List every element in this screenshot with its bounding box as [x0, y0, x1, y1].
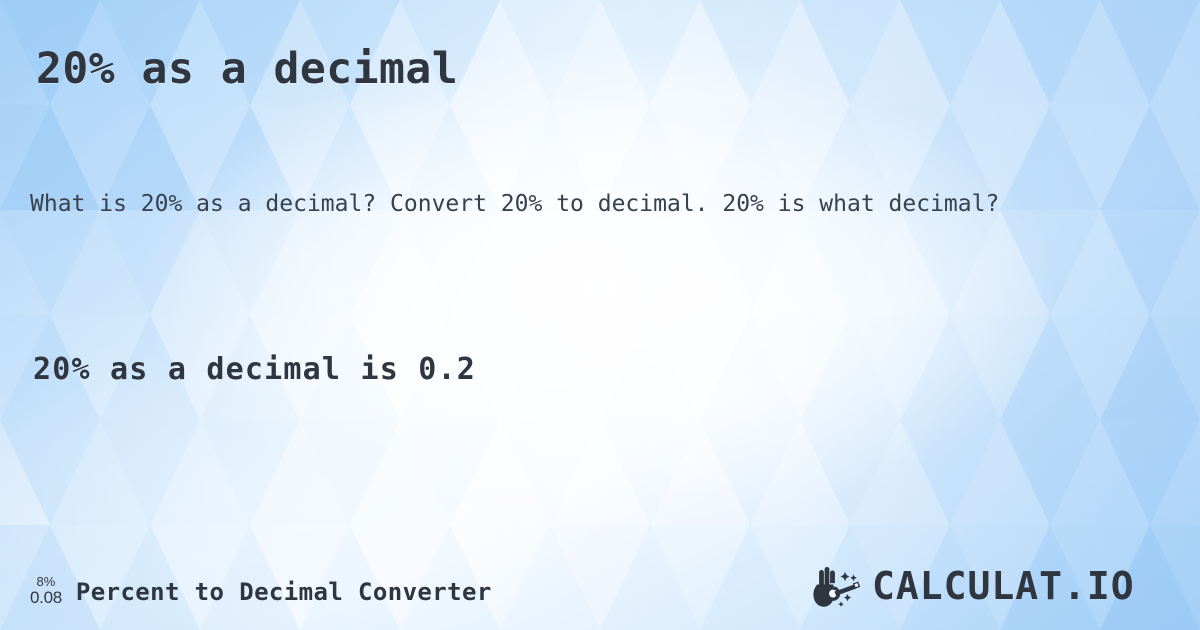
- badge-decimal-value: 0.08: [30, 587, 62, 607]
- badge-percent-value: 8%: [36, 574, 56, 590]
- site-logo[interactable]: CALCULAT.IO: [812, 566, 1172, 610]
- card-content: 20% as a decimal What is 20% as a decima…: [0, 0, 1200, 630]
- page-description: What is 20% as a decimal? Convert 20% to…: [30, 191, 1000, 217]
- calculatio-wordmark: CALCULAT.IO: [872, 566, 1135, 608]
- answer-statement: 20% as a decimal is 0.2: [33, 352, 477, 387]
- hand-magic-wand-icon: [813, 567, 861, 607]
- percent-to-decimal-badge-icon: 8% 0.08: [30, 575, 62, 608]
- calculatio-wordmark-text: CALCULAT.IO: [872, 566, 1135, 608]
- page-title: 20% as a decimal: [36, 44, 459, 94]
- footer-brand: 8% 0.08 Percent to Decimal Converter: [30, 575, 492, 608]
- footer: 8% 0.08 Percent to Decimal Converter CAL…: [0, 542, 1200, 630]
- footer-tool-name: Percent to Decimal Converter: [75, 577, 492, 606]
- og-image-card: 20% as a decimal What is 20% as a decima…: [0, 0, 1200, 630]
